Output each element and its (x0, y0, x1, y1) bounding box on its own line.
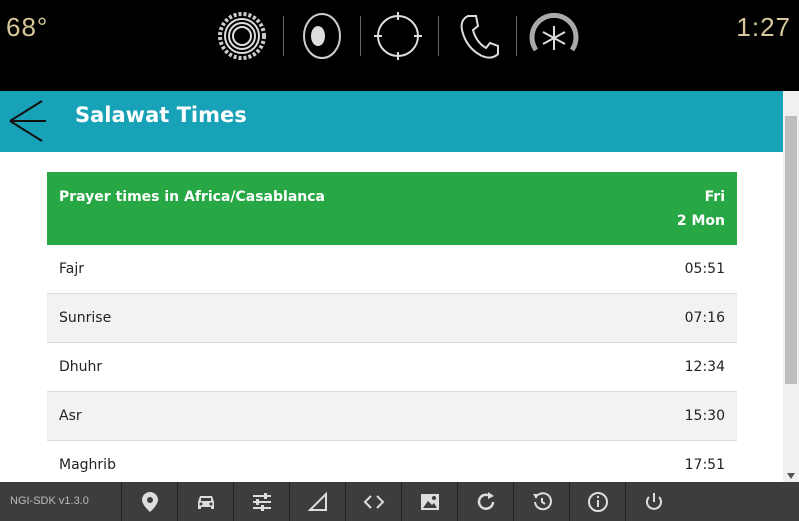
prayer-name: Fajr (59, 261, 84, 277)
prayer-name: Maghrib (59, 457, 116, 473)
table-header-day: Fri (704, 189, 725, 205)
prayer-times-table: Prayer times in Africa/Casablanca Fri 2 … (47, 172, 737, 482)
navigation-compass-icon[interactable] (372, 10, 424, 62)
speaker-icon[interactable] (296, 10, 348, 62)
page-title: Salawat Times (75, 103, 247, 127)
table-row: Fajr 05:51 (47, 245, 737, 294)
prayer-time: 12:34 (684, 359, 725, 375)
table-body: Fajr 05:51 Sunrise 07:16 Dhuhr 12:34 Asr… (47, 245, 737, 482)
signal-icon[interactable] (289, 482, 345, 521)
prayer-name: Sunrise (59, 310, 112, 326)
phone-icon[interactable] (452, 10, 504, 62)
prayer-name: Asr (59, 408, 82, 424)
scrollbar-thumb[interactable] (785, 116, 797, 384)
sliders-icon[interactable] (233, 482, 289, 521)
sdk-version-label: NGI-SDK v1.3.0 (10, 495, 89, 507)
table-row: Maghrib 17:51 (47, 441, 737, 482)
location-pin-icon[interactable] (121, 482, 177, 521)
separator (438, 16, 439, 56)
separator (283, 16, 284, 56)
prayer-time: 15:30 (684, 408, 725, 424)
info-icon[interactable] (569, 482, 625, 521)
vertical-scrollbar[interactable] (783, 91, 799, 482)
power-icon[interactable] (625, 482, 681, 521)
climate-fan-icon[interactable] (528, 10, 580, 62)
settings-gear-icon[interactable] (216, 10, 268, 62)
status-bar: 68° 1:27 (0, 0, 799, 91)
table-header-title: Prayer times in Africa/Casablanca (59, 189, 325, 205)
main-content: Prayer times in Africa/Casablanca Fri 2 … (0, 152, 783, 482)
clock-readout: 1:27 (736, 12, 791, 42)
scroll-down-arrow-icon[interactable] (787, 473, 795, 479)
bottom-toolbar: NGI-SDK v1.3.0 (0, 482, 799, 521)
back-arrow-icon[interactable] (8, 99, 48, 143)
separator (360, 16, 361, 56)
table-row: Asr 15:30 (47, 392, 737, 441)
code-icon[interactable] (345, 482, 401, 521)
history-icon[interactable] (513, 482, 569, 521)
table-header: Prayer times in Africa/Casablanca Fri 2 … (47, 172, 737, 245)
car-icon[interactable] (177, 482, 233, 521)
prayer-time: 05:51 (684, 261, 725, 277)
prayer-name: Dhuhr (59, 359, 103, 375)
table-row: Dhuhr 12:34 (47, 343, 737, 392)
temperature-readout: 68° (6, 12, 49, 42)
prayer-time: 17:51 (684, 457, 725, 473)
separator (516, 16, 517, 56)
table-header-date: 2 Mon (676, 213, 725, 229)
table-row: Sunrise 07:16 (47, 294, 737, 343)
image-icon[interactable] (401, 482, 457, 521)
refresh-icon[interactable] (457, 482, 513, 521)
prayer-time: 07:16 (684, 310, 725, 326)
app-header: Salawat Times (0, 91, 783, 152)
